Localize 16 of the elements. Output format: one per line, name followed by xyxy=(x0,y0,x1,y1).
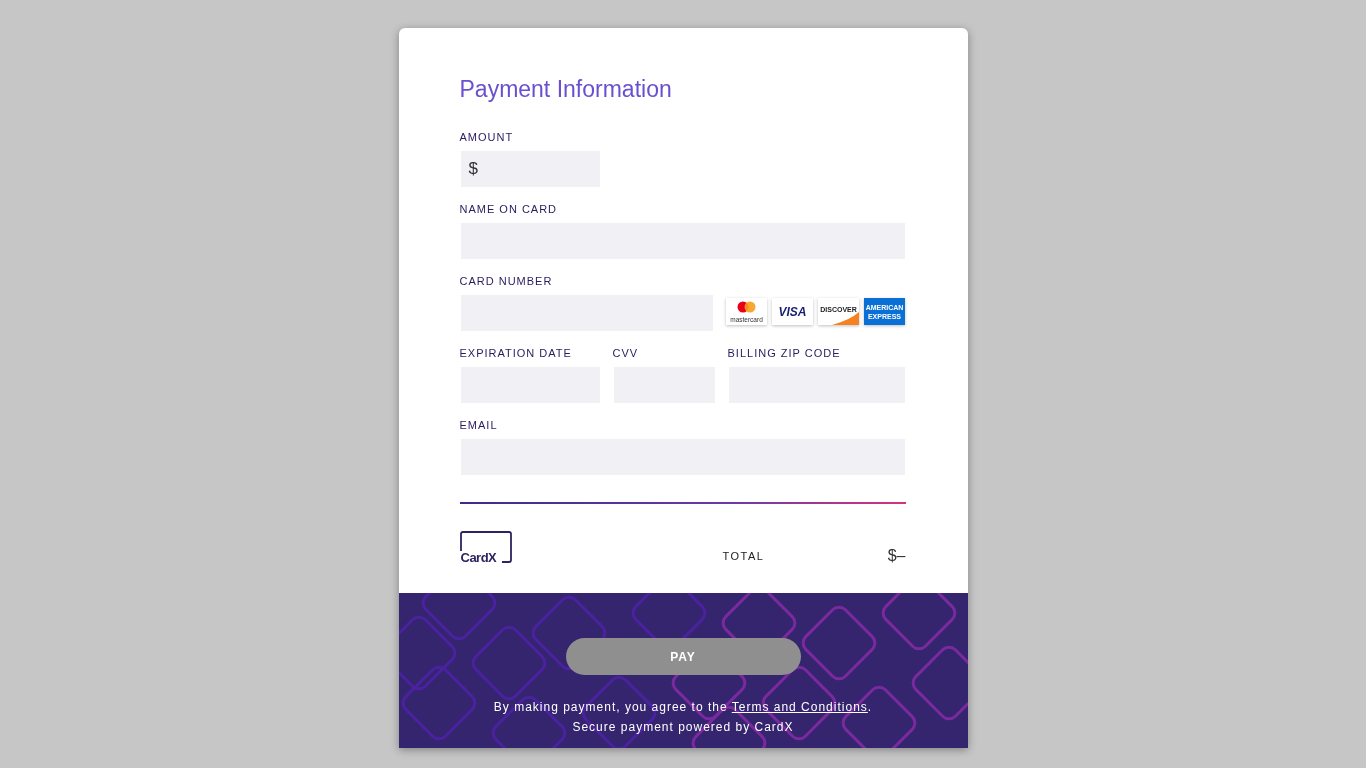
field-label: EMAIL xyxy=(459,419,499,432)
field-label: AMOUNT xyxy=(459,131,515,144)
field-label: NAME ON CARD xyxy=(459,203,559,216)
agreement-text: By making payment, you agree to the Terms and Conditions. xyxy=(493,700,873,714)
powered-by-text: Secure payment powered by CardX xyxy=(572,720,794,734)
field-label: BILLING ZIP CODE xyxy=(727,347,842,360)
terms-link[interactable]: Terms and Conditions xyxy=(731,700,868,714)
amount-field[interactable]: $ xyxy=(459,150,601,188)
field-label: EXPIRATION DATE xyxy=(459,347,573,360)
total-amount: $– xyxy=(887,547,906,565)
total-label: TOTAL xyxy=(722,550,765,562)
field-label: CARD NUMBER xyxy=(459,275,554,288)
visa-logo: VISA xyxy=(771,298,813,325)
form-title: Payment Information xyxy=(459,76,673,103)
field-label: CVV xyxy=(612,347,640,360)
cardx-logo: CardX xyxy=(459,531,512,563)
